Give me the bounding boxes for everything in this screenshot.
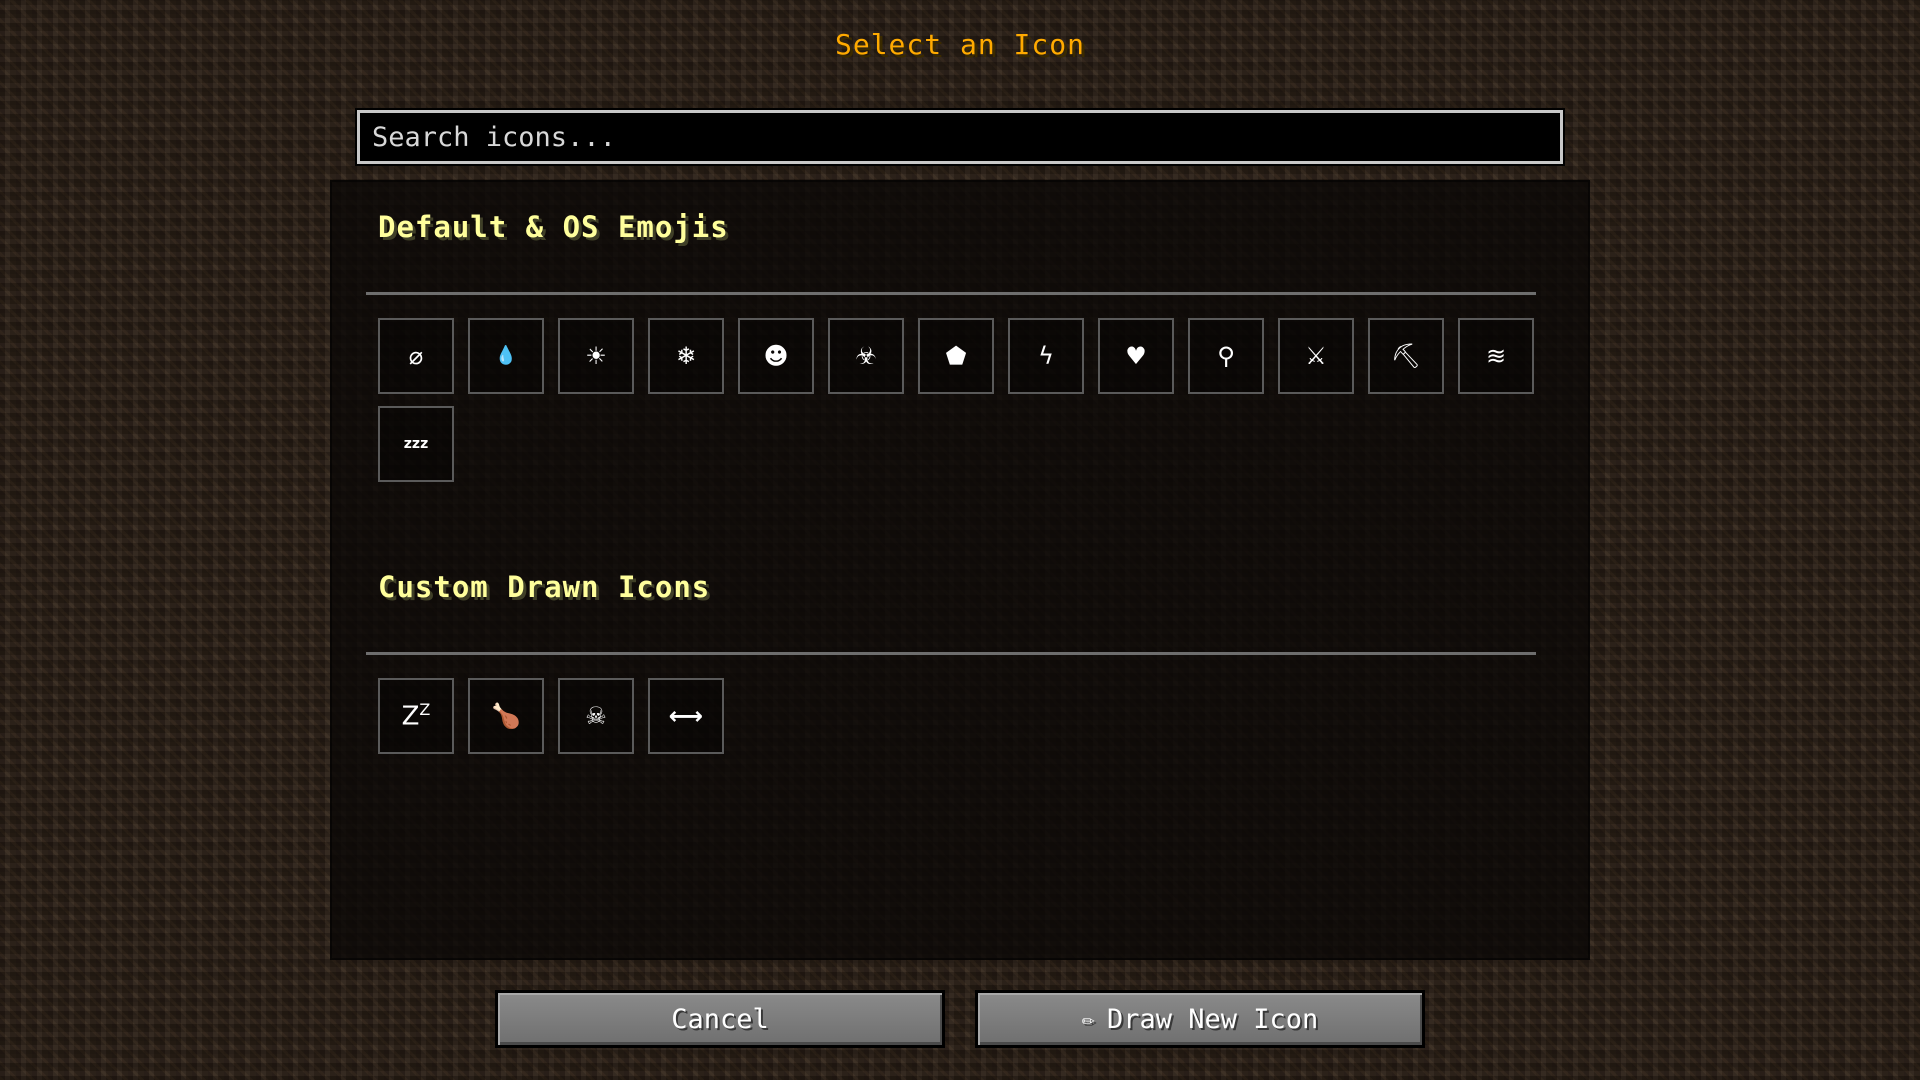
section-title: Custom Drawn Icons [378, 570, 711, 604]
crossed-swords-icon[interactable]: ⚔ [1278, 318, 1354, 394]
z-superscript: Z [419, 700, 431, 720]
draw-new-icon-button[interactable]: ✏ Draw New Icon [975, 990, 1425, 1048]
shield-icon[interactable]: ⬟ [918, 318, 994, 394]
search-input[interactable] [355, 108, 1565, 166]
cancel-button-label: Cancel [671, 1003, 769, 1035]
icon-list-panel[interactable]: Default & OS Emojis ⌀ 💧 ☀ ❄ ☻ ☣ ⬟ ϟ ♥ ⚲ … [330, 180, 1590, 960]
sleep-zzz-icon[interactable]: zzz [378, 406, 454, 482]
section-divider [366, 292, 1536, 295]
icon-grid: ZZ 🍗 ☠ ⟷ [378, 678, 1548, 754]
sleep-z-icon[interactable]: ZZ [378, 678, 454, 754]
icon-glyph: ⚲ [1217, 342, 1235, 370]
dumbbell-icon[interactable]: ⟷ [648, 678, 724, 754]
icon-glyph: ☠ [585, 702, 607, 730]
skull-icon[interactable]: ☠ [558, 678, 634, 754]
draw-new-icon-label: Draw New Icon [1106, 1003, 1319, 1035]
z-letter: Z [401, 701, 420, 732]
icon-glyph: ☻ [763, 342, 789, 370]
pencil-icon: ✏ [1081, 1006, 1095, 1032]
screen-title: Select an Icon [834, 28, 1085, 61]
icon-glyph: zzz [403, 436, 429, 452]
icon-glyph: ☀ [585, 342, 607, 370]
icon-glyph: ≋ [1485, 342, 1507, 370]
pickaxe-icon[interactable]: ⛏ [1368, 318, 1444, 394]
fire-icon[interactable]: ☀ [558, 318, 634, 394]
biohazard-icon[interactable]: ☣ [828, 318, 904, 394]
section-title: Default & OS Emojis [378, 210, 729, 244]
icon-glyph: ⟷ [668, 702, 704, 730]
swimmer-icon[interactable]: ≋ [1458, 318, 1534, 394]
cancel-button[interactable]: Cancel [495, 990, 945, 1048]
heart-icon[interactable]: ♥ [1098, 318, 1174, 394]
no-entry-icon[interactable]: ⌀ [378, 318, 454, 394]
skull-face-icon[interactable]: ☻ [738, 318, 814, 394]
section-divider [366, 652, 1536, 655]
icon-glyph: ☣ [855, 342, 877, 370]
icon-glyph: ⬟ [945, 342, 967, 370]
icon-glyph: ϟ [1038, 342, 1054, 370]
icon-glyph: ⌀ [408, 342, 424, 370]
potion-icon[interactable]: ⚲ [1188, 318, 1264, 394]
icon-glyph: ⚔ [1305, 342, 1327, 370]
icon-glyph: ♥ [1125, 342, 1147, 370]
snowflake-icon[interactable]: ❄ [648, 318, 724, 394]
icon-glyph: ⛏ [1390, 342, 1422, 370]
icon-grid: ⌀ 💧 ☀ ❄ ☻ ☣ ⬟ ϟ ♥ ⚲ ⚔ ⛏ ≋ zzz [378, 318, 1548, 482]
meat-icon[interactable]: 🍗 [468, 678, 544, 754]
lightning-icon[interactable]: ϟ [1008, 318, 1084, 394]
icon-glyph: 💧 [494, 345, 518, 366]
icon-glyph: ZZ [402, 702, 431, 730]
droplet-icon[interactable]: 💧 [468, 318, 544, 394]
icon-glyph: ❄ [675, 342, 697, 370]
icon-glyph: 🍗 [491, 702, 521, 730]
